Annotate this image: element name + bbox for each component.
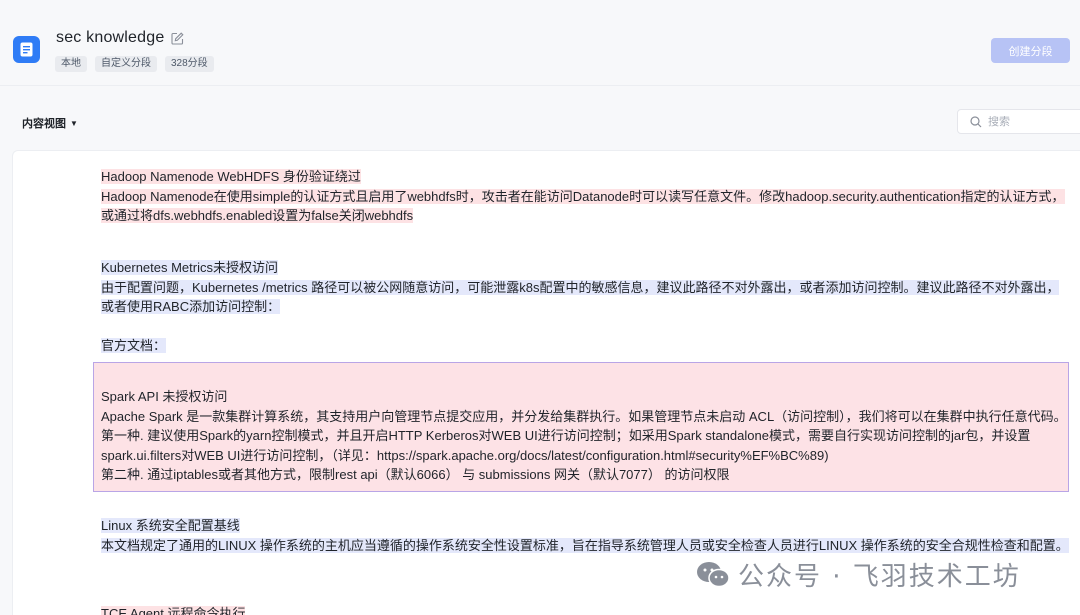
- tag-segment-count: 328分段: [165, 56, 214, 72]
- chunk-body: Hadoop Namenode在使用simple的认证方式且启用了webhdfs…: [101, 188, 1065, 223]
- edit-icon[interactable]: [171, 32, 184, 45]
- chunk-body: Apache Spark 是一款集群计算系统，其支持用户向管理节点提交应用，并分…: [101, 408, 1067, 463]
- chunk-item[interactable]: Hadoop Namenode WebHDFS 身份验证绕过 Hadoop Na…: [101, 167, 1069, 226]
- chunk-title: Linux 系统安全配置基线: [101, 518, 240, 533]
- search-box[interactable]: [957, 109, 1080, 134]
- chunk-body-2: 第二种. 通过iptables或者其他方式，限制rest api（默认6066）…: [101, 467, 730, 482]
- document-icon: [13, 36, 40, 63]
- tag-list: 本地 自定义分段 328分段: [55, 56, 214, 72]
- chunk-item[interactable]: Kubernetes Metrics未授权访问 由于配置问题，Kubernete…: [101, 258, 1069, 356]
- caret-down-icon: ▼: [70, 118, 78, 128]
- chunk-extra: 官方文档：: [101, 338, 167, 353]
- search-icon: [970, 115, 982, 127]
- chunk-body: 由于配置问题，Kubernetes /metrics 路径可以被公网随意访问，可…: [101, 279, 1060, 314]
- content-panel: Hadoop Namenode WebHDFS 身份验证绕过 Hadoop Na…: [12, 150, 1080, 615]
- view-mode-label: 内容视图: [22, 118, 66, 130]
- watermark: 公众号 · 飞羽技术工坊: [696, 556, 1021, 593]
- chunk-item[interactable]: TCE Agent 远程命令执行: [101, 604, 1069, 615]
- tag-custom-segment: 自定义分段: [95, 56, 157, 72]
- create-segment-button[interactable]: 创建分段: [991, 38, 1070, 63]
- tag-local: 本地: [55, 56, 87, 72]
- view-mode-dropdown[interactable]: 内容视图 ▼: [22, 115, 78, 131]
- chunk-title: Spark API 未授权访问: [101, 389, 228, 404]
- chunk-item[interactable]: Spark API 未授权访问 Apache Spark 是一款集群计算系统，其…: [101, 387, 1069, 485]
- chunk-body: 本文档规定了通用的LINUX 操作系统的主机应当遵循的操作系统安全性设置标准，旨…: [101, 537, 1069, 553]
- search-input[interactable]: [988, 115, 1068, 128]
- page-title: sec knowledge: [56, 29, 165, 46]
- chunk-title: Hadoop Namenode WebHDFS 身份验证绕过: [101, 169, 361, 184]
- chunk-title: Kubernetes Metrics未授权访问: [101, 260, 278, 275]
- chunk-title: TCE Agent 远程命令执行: [101, 606, 246, 615]
- document-header: sec knowledge 本地 自定义分段 328分段 创建分段: [0, 0, 1080, 86]
- chunk-item[interactable]: Linux 系统安全配置基线 本文档规定了通用的LINUX 操作系统的主机应当遵…: [101, 516, 1069, 555]
- watermark-text: 公众号 · 飞羽技术工坊: [738, 562, 1021, 592]
- wechat-icon: [697, 561, 730, 587]
